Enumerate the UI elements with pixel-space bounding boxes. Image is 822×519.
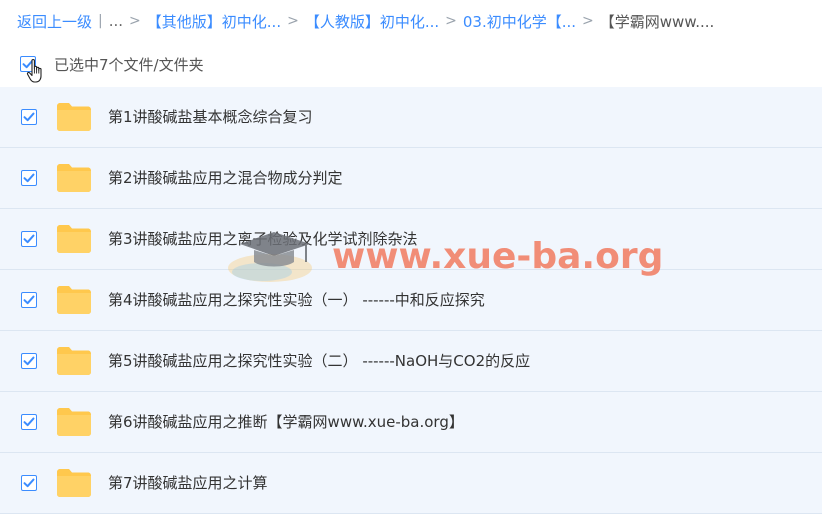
file-name[interactable]: 第4讲酸碱盐应用之探究性实验（一） ------中和反应探究 <box>108 289 485 311</box>
selection-count-label: 已选中7个文件/文件夹 <box>54 55 204 74</box>
folder-icon <box>56 163 92 193</box>
file-checkbox[interactable] <box>21 414 37 430</box>
file-checkbox[interactable] <box>21 170 37 186</box>
file-name[interactable]: 第2讲酸碱盐应用之混合物成分判定 <box>108 167 343 189</box>
breadcrumb-separator: > <box>287 13 299 29</box>
checkmark-icon <box>23 112 35 122</box>
checkmark-icon <box>22 59 34 69</box>
file-browser: 返回上一级 | ... > 【其他版】初中化... > 【人教版】初中化... … <box>0 0 822 519</box>
checkmark-icon <box>23 234 35 244</box>
breadcrumb-current: 【学霸网www.... <box>599 12 715 31</box>
file-name[interactable]: 第5讲酸碱盐应用之探究性实验（二） ------NaOH与CO2的反应 <box>108 350 530 372</box>
file-row[interactable]: 第4讲酸碱盐应用之探究性实验（一） ------中和反应探究 <box>0 270 822 331</box>
folder-icon <box>56 285 92 315</box>
file-name[interactable]: 第1讲酸碱盐基本概念综合复习 <box>108 106 313 128</box>
breadcrumb: 返回上一级 | ... > 【其他版】初中化... > 【人教版】初中化... … <box>17 10 714 32</box>
breadcrumb-separator: | <box>98 13 103 29</box>
breadcrumb-separator: > <box>129 13 141 29</box>
file-checkbox[interactable] <box>21 475 37 491</box>
file-list: 第1讲酸碱盐基本概念综合复习第2讲酸碱盐应用之混合物成分判定第3讲酸碱盐应用之离… <box>0 87 822 514</box>
breadcrumb-separator: > <box>445 13 457 29</box>
file-checkbox[interactable] <box>21 292 37 308</box>
folder-icon <box>56 407 92 437</box>
checkmark-icon <box>23 295 35 305</box>
select-all-checkbox[interactable] <box>20 56 36 72</box>
file-name[interactable]: 第7讲酸碱盐应用之计算 <box>108 472 268 494</box>
breadcrumb-item-1[interactable]: 【其他版】初中化... <box>147 11 281 32</box>
file-name[interactable]: 第3讲酸碱盐应用之离子检验及化学试剂除杂法 <box>108 228 418 250</box>
selection-bar: 已选中7个文件/文件夹 <box>20 53 204 75</box>
checkmark-icon <box>23 478 35 488</box>
breadcrumb-item-3[interactable]: 03.初中化学【... <box>463 11 576 32</box>
breadcrumb-ellipsis[interactable]: ... <box>109 12 123 30</box>
breadcrumb-separator: > <box>582 13 594 29</box>
file-checkbox[interactable] <box>21 109 37 125</box>
folder-icon <box>56 224 92 254</box>
file-name[interactable]: 第6讲酸碱盐应用之推断【学霸网www.xue-ba.org】 <box>108 411 464 433</box>
file-row[interactable]: 第6讲酸碱盐应用之推断【学霸网www.xue-ba.org】 <box>0 392 822 453</box>
file-row[interactable]: 第2讲酸碱盐应用之混合物成分判定 <box>0 148 822 209</box>
folder-icon <box>56 346 92 376</box>
file-row[interactable]: 第3讲酸碱盐应用之离子检验及化学试剂除杂法 <box>0 209 822 270</box>
file-row[interactable]: 第7讲酸碱盐应用之计算 <box>0 453 822 514</box>
file-checkbox[interactable] <box>21 353 37 369</box>
checkmark-icon <box>23 173 35 183</box>
breadcrumb-back-link[interactable]: 返回上一级 <box>17 11 92 32</box>
checkmark-icon <box>23 356 35 366</box>
file-row[interactable]: 第1讲酸碱盐基本概念综合复习 <box>0 87 822 148</box>
folder-icon <box>56 468 92 498</box>
file-row[interactable]: 第5讲酸碱盐应用之探究性实验（二） ------NaOH与CO2的反应 <box>0 331 822 392</box>
checkmark-icon <box>23 417 35 427</box>
folder-icon <box>56 102 92 132</box>
breadcrumb-item-2[interactable]: 【人教版】初中化... <box>305 11 439 32</box>
file-checkbox[interactable] <box>21 231 37 247</box>
